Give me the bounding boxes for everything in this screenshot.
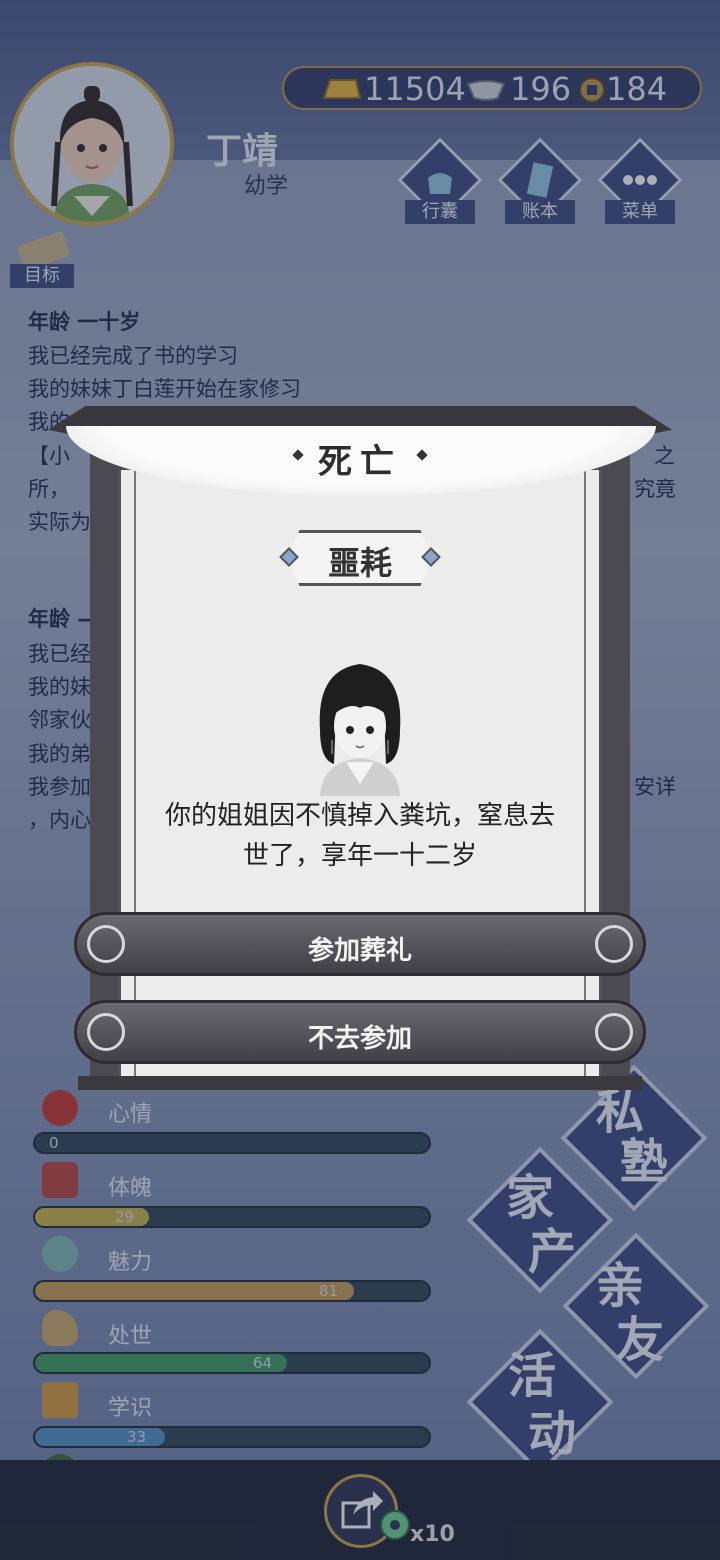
dialog-base: [78, 1076, 642, 1090]
decline-funeral-label: 不去参加: [307, 1024, 412, 1054]
dialog-message: 你的姐姐因不慎掉入粪坑，窒息去 世了，享年一十二岁: [130, 796, 590, 876]
message-line: 你的姐姐因不慎掉入粪坑，窒息去: [164, 801, 555, 831]
dialog-title: 死亡: [318, 442, 402, 482]
swirl-ornament-icon: [595, 925, 633, 963]
attend-funeral-label: 参加葬礼: [307, 936, 412, 966]
attend-funeral-button[interactable]: 参加葬礼: [74, 912, 646, 976]
message-line: 世了，享年一十二岁: [242, 841, 477, 871]
decline-funeral-button[interactable]: 不去参加: [74, 1000, 646, 1064]
sister-portrait: [319, 664, 401, 796]
swirl-ornament-icon: [595, 1013, 633, 1051]
dialog-subtitle: 噩耗: [327, 544, 392, 582]
